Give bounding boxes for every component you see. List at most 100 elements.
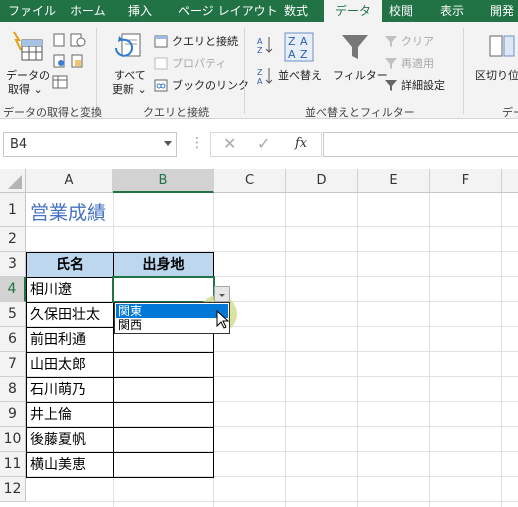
row-header-5[interactable]: 5 <box>0 302 26 327</box>
column-header-e[interactable]: E <box>358 169 430 193</box>
name-box[interactable]: B4 <box>3 132 177 157</box>
column-header-f[interactable]: F <box>430 169 502 193</box>
column-header-c[interactable]: C <box>214 169 286 193</box>
ribbon-tab-bar: ファイル ホーム 挿入 ページ レイアウト 数式 データ 校閲 表示 開発 <box>0 0 518 22</box>
row-header-9[interactable]: 9 <box>0 402 26 427</box>
group-label-queries: クエリと接続 <box>143 106 209 119</box>
from-table-icon[interactable] <box>52 74 68 93</box>
existing-connections-icon[interactable] <box>70 53 84 72</box>
sort-ascending-icon[interactable]: AZ <box>256 35 274 59</box>
formula-input[interactable] <box>323 132 518 157</box>
table-cell-origin[interactable] <box>113 427 214 453</box>
table-cell-origin[interactable] <box>113 402 214 428</box>
svg-text:Z: Z <box>257 68 263 77</box>
sort-descending-icon[interactable]: ZA <box>256 66 274 90</box>
tab-review[interactable]: 校閲 <box>389 0 413 22</box>
svg-text:Z: Z <box>288 35 296 48</box>
table-cell-name[interactable]: 石川萌乃 <box>26 377 114 403</box>
dropdown-button[interactable] <box>214 286 230 302</box>
row-header-1[interactable]: 1 <box>0 193 26 227</box>
group-label-get-transform: データの取得と変換 <box>3 106 102 119</box>
advanced-filter-label[interactable]: 詳細設定 <box>401 77 445 93</box>
worksheet-grid[interactable]: A B C D E F 1 2 3 4 5 6 7 8 9 10 11 12 営… <box>0 169 518 507</box>
recent-sources-icon[interactable] <box>70 32 86 51</box>
table-cell-name[interactable]: 久保田壮太 <box>26 302 114 328</box>
sheet-title[interactable]: 営業成績 <box>30 198 106 225</box>
select-all-button[interactable] <box>0 169 26 193</box>
row-header-8[interactable]: 8 <box>0 377 26 402</box>
text-to-columns-icon[interactable] <box>486 34 516 64</box>
formula-bar: B4 ⋮ ✕ ✓ fx <box>0 119 518 169</box>
tab-page-layout[interactable]: ページ レイアウト <box>178 0 278 22</box>
column-header-b[interactable]: B <box>113 169 214 193</box>
table-cell-origin[interactable] <box>113 352 214 378</box>
dropdown-option[interactable]: 関東 <box>116 304 228 318</box>
text-to-columns-label[interactable]: 区切り位 <box>475 67 518 83</box>
table-cell-name[interactable]: 横山美恵 <box>26 452 114 478</box>
tab-data[interactable]: データ <box>324 0 383 22</box>
tab-developer[interactable]: 開発 <box>490 0 514 22</box>
name-box-value: B4 <box>10 137 28 152</box>
table-cell-name[interactable]: 相川遼 <box>26 277 114 303</box>
tab-file[interactable]: ファイル <box>8 0 56 22</box>
row-header-10[interactable]: 10 <box>0 427 26 452</box>
row-header-6[interactable]: 6 <box>0 327 26 352</box>
queries-connections-label[interactable]: クエリと接続 <box>172 33 238 49</box>
tab-home[interactable]: ホーム <box>70 0 106 22</box>
svg-text:A: A <box>257 37 263 46</box>
filter-label[interactable]: フィルター <box>333 67 388 83</box>
table-cell-name[interactable]: 井上倫 <box>26 402 114 428</box>
filter-icon[interactable] <box>340 32 370 66</box>
reapply-filter-icon <box>384 55 398 74</box>
row-header-7[interactable]: 7 <box>0 352 26 377</box>
dropdown-option[interactable]: 関西 <box>116 318 228 332</box>
tab-view[interactable]: 表示 <box>440 0 464 22</box>
svg-text:A: A <box>300 35 308 48</box>
column-header-d[interactable]: D <box>286 169 358 193</box>
ribbon: データの 取得 ⌄ データの取得と変換 すべて 更新 ⌄ クエリと接続 プロパテ… <box>0 22 518 119</box>
svg-text:Z: Z <box>300 48 308 61</box>
insert-function-icon[interactable]: fx <box>295 136 307 151</box>
chevron-down-icon[interactable] <box>164 141 172 146</box>
properties-label: プロパティ <box>172 57 227 70</box>
table-cell-origin[interactable] <box>113 377 214 403</box>
svg-text:A: A <box>257 77 263 86</box>
tab-insert[interactable]: 挿入 <box>128 0 152 22</box>
active-cell-b4[interactable] <box>112 276 215 303</box>
column-header-a[interactable]: A <box>26 169 113 193</box>
get-data-label-2[interactable]: 取得 ⌄ <box>8 81 43 97</box>
table-cell-name[interactable]: 後藤夏帆 <box>26 427 114 453</box>
sort-icon[interactable]: ZAAZ <box>284 32 314 66</box>
group-label-sort-filter: 並べ替えとフィルター <box>305 106 415 119</box>
advanced-filter-icon[interactable] <box>384 77 398 96</box>
enter-icon: ✓ <box>257 134 271 153</box>
row-header-2[interactable]: 2 <box>0 227 26 252</box>
group-label-data-tools: デー <box>502 106 518 119</box>
refresh-all-label-2[interactable]: 更新 ⌄ <box>112 81 147 97</box>
clear-filter-icon <box>384 33 398 52</box>
column-header-g[interactable] <box>502 169 518 193</box>
properties-icon <box>154 55 168 74</box>
cancel-icon: ✕ <box>223 134 237 153</box>
workbook-links-label[interactable]: ブックのリンク <box>172 77 249 93</box>
reapply-filter-label: 再適用 <box>401 57 434 70</box>
tab-formulas[interactable]: 数式 <box>284 0 308 22</box>
formula-bar-handle-icon: ⋮ <box>190 135 204 151</box>
table-header-name[interactable]: 氏名 <box>26 252 114 278</box>
table-cell-name[interactable]: 山田太郎 <box>26 352 114 378</box>
table-header-origin[interactable]: 出身地 <box>113 252 214 278</box>
refresh-all-icon[interactable] <box>112 30 144 68</box>
workbook-links-icon[interactable] <box>154 77 168 96</box>
clear-filter-label: クリア <box>401 35 434 48</box>
table-cell-name[interactable]: 前田利通 <box>26 327 114 353</box>
queries-connections-icon[interactable] <box>154 33 168 52</box>
row-header-3[interactable]: 3 <box>0 252 26 277</box>
table-cell-origin[interactable] <box>113 452 214 478</box>
from-text-icon[interactable] <box>52 32 66 51</box>
from-web-icon[interactable] <box>52 53 66 72</box>
row-header-11[interactable]: 11 <box>0 452 26 477</box>
get-data-icon[interactable] <box>10 30 44 68</box>
sort-label[interactable]: 並べ替え <box>278 67 322 83</box>
row-header-12[interactable]: 12 <box>0 477 26 502</box>
row-header-4[interactable]: 4 <box>0 277 26 302</box>
